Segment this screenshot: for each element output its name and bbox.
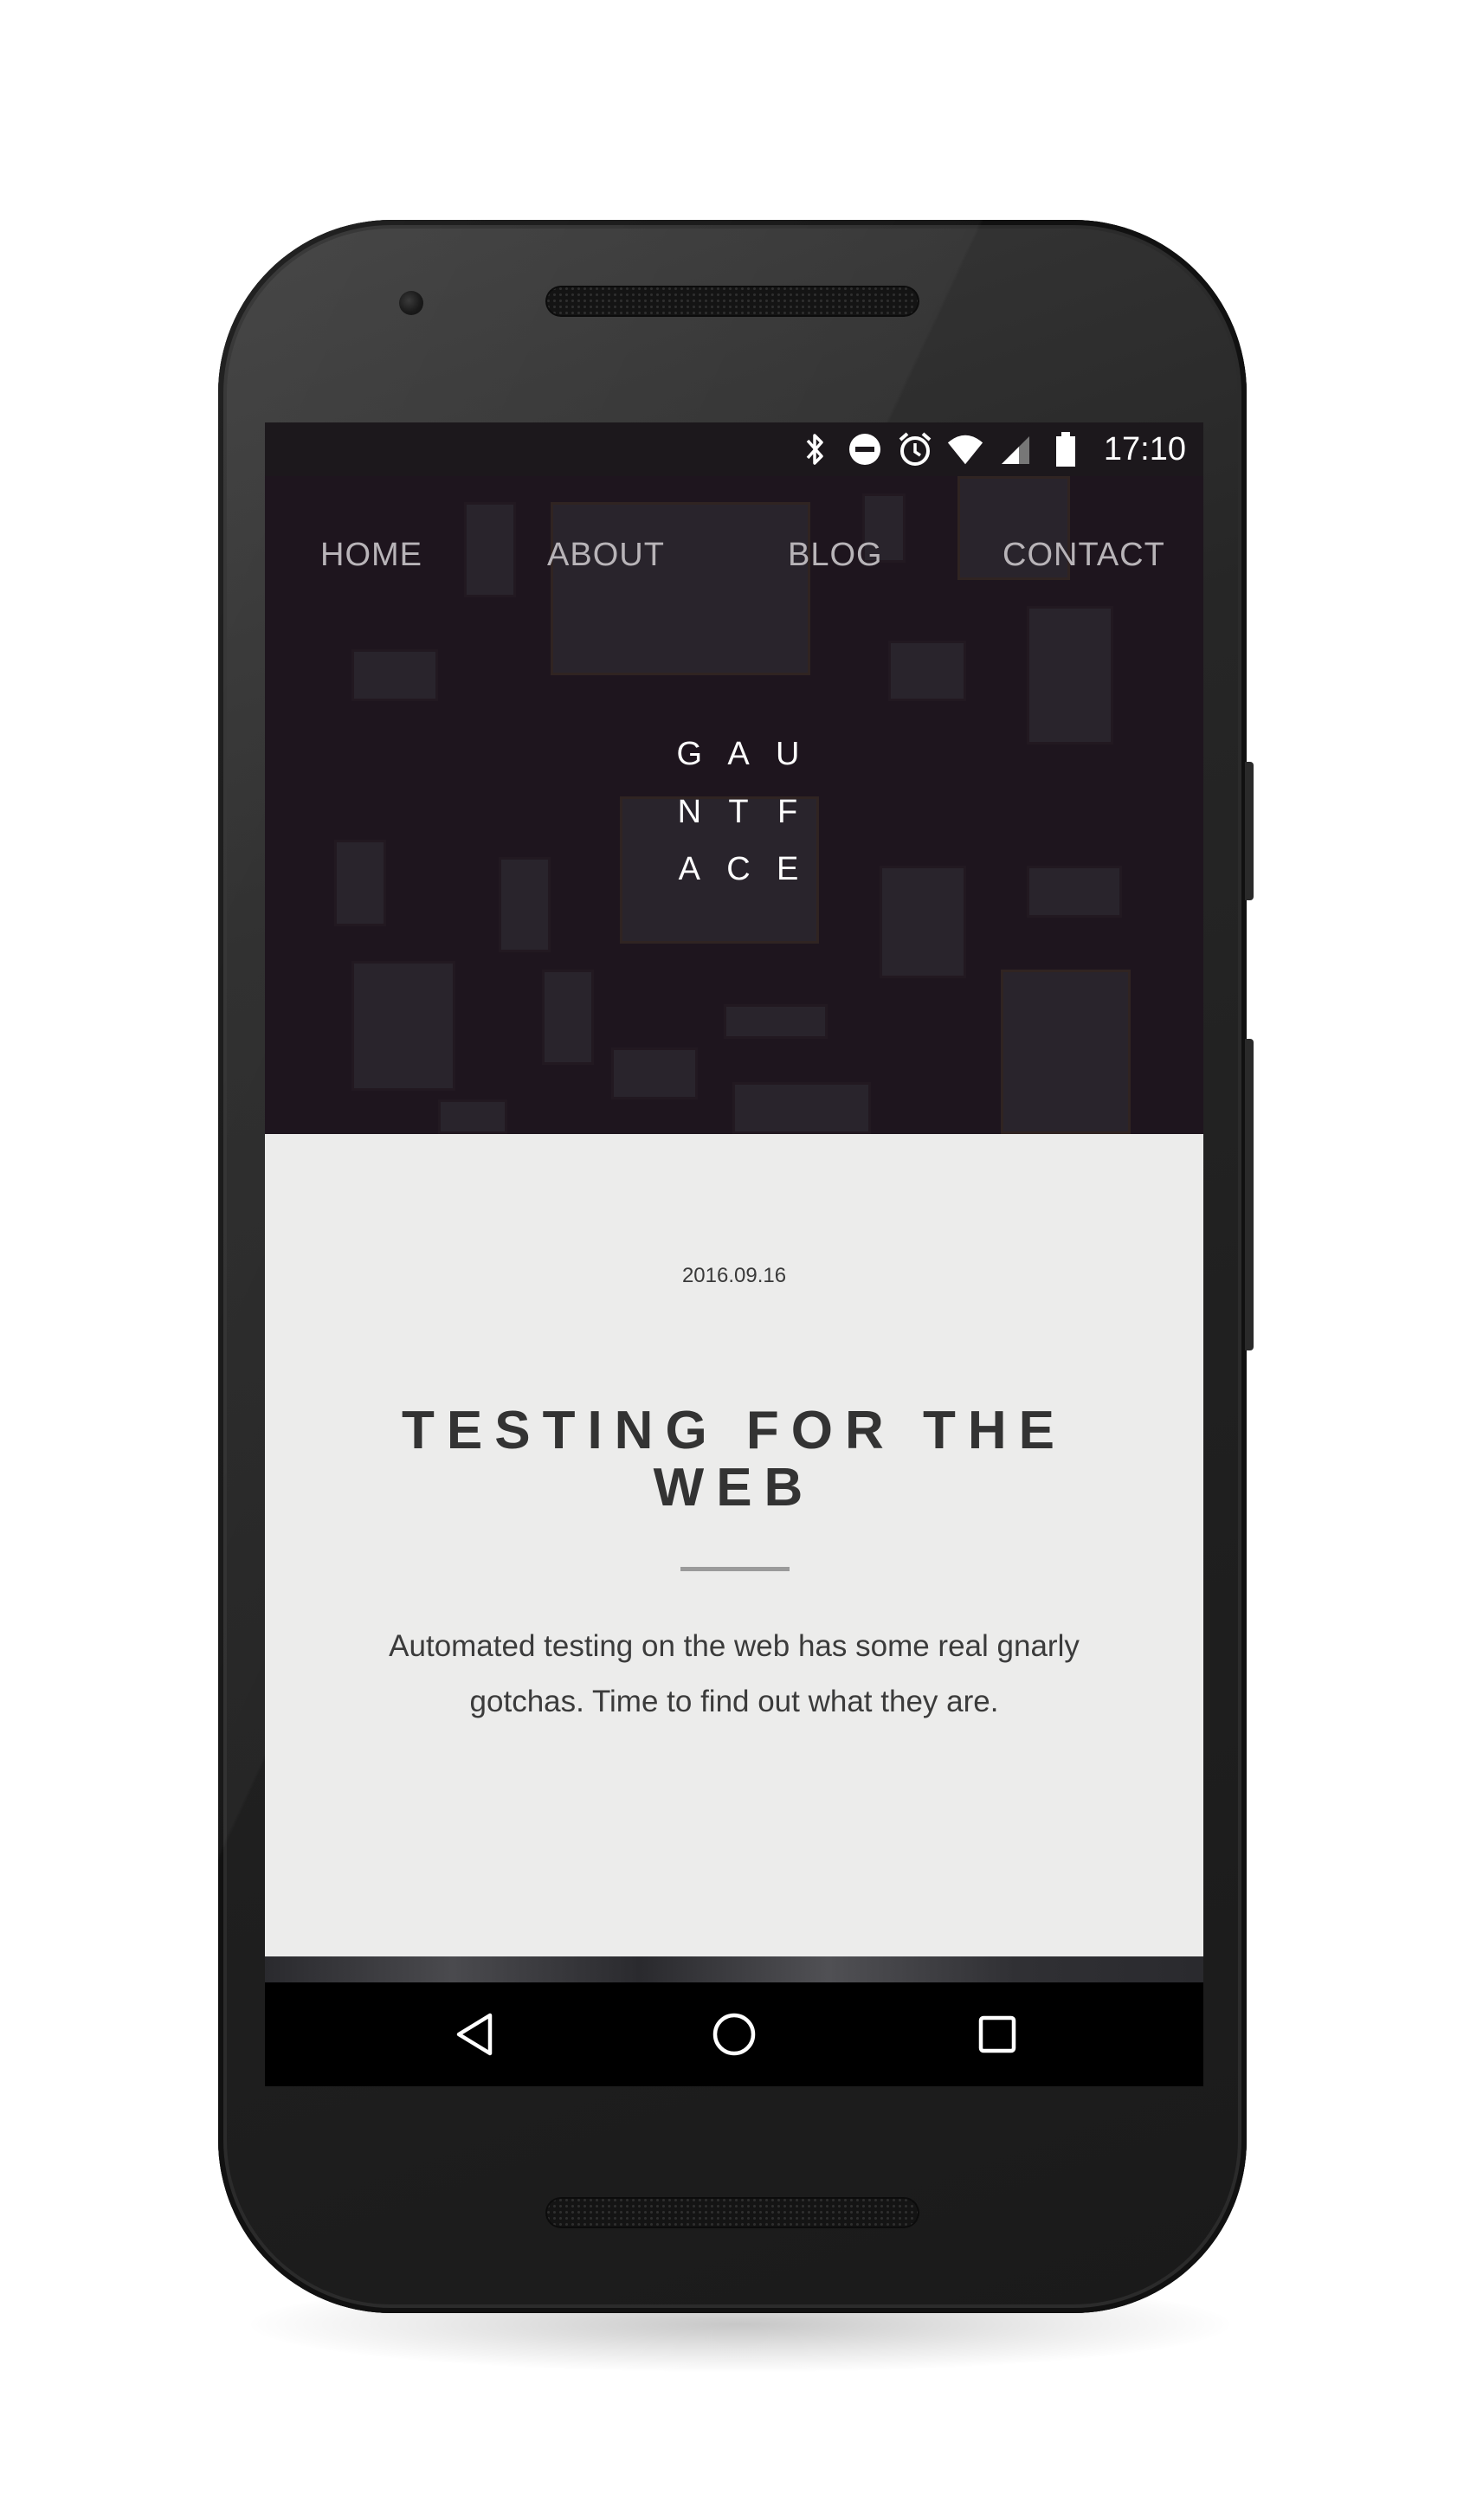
nav-home-link[interactable]: HOME — [320, 537, 422, 574]
phone-screen: 17:10 HOME ABOUT BLOG CONTACT G A U N T … — [265, 422, 1203, 2086]
alarm-icon — [896, 430, 934, 468]
logo-letter: U — [775, 736, 800, 772]
status-time: 17:10 — [1103, 430, 1186, 467]
logo-letter: C — [726, 851, 751, 888]
site-logo[interactable]: G A U N T F A C E — [665, 727, 812, 900]
logo-letter: A — [727, 736, 750, 772]
cell-signal-icon — [996, 430, 1035, 468]
hero-banner: HOME ABOUT BLOG CONTACT G A U N T F A C … — [265, 476, 1203, 1134]
nav-contact-link[interactable]: CONTACT — [1003, 537, 1165, 574]
battery-icon — [1047, 430, 1085, 468]
power-button — [1245, 762, 1254, 900]
logo-letter: T — [728, 793, 749, 830]
next-article-image-peek — [265, 1956, 1203, 1982]
volume-button — [1245, 1039, 1254, 1350]
status-bar: 17:10 — [265, 422, 1203, 476]
home-icon[interactable] — [708, 2008, 760, 2060]
title-divider — [680, 1567, 790, 1571]
back-icon[interactable] — [448, 2008, 500, 2060]
logo-letter: N — [677, 793, 702, 830]
bottom-speaker-grille — [545, 2197, 919, 2228]
article-card[interactable]: 2016.09.16 TESTING FOR THE WEB Automated… — [265, 1134, 1203, 1956]
site-nav: HOME ABOUT BLOG CONTACT — [265, 476, 1203, 641]
logo-letter: F — [777, 793, 798, 830]
recents-icon[interactable] — [971, 2008, 1023, 2060]
system-navigation-bar — [265, 1982, 1203, 2086]
device-mockup: 17:10 HOME ABOUT BLOG CONTACT G A U N T … — [0, 0, 1470, 2520]
article-date: 2016.09.16 — [681, 1264, 787, 1287]
logo-letter: A — [678, 851, 700, 888]
wifi-icon — [946, 430, 984, 468]
nav-about-link[interactable]: ABOUT — [547, 537, 665, 574]
article-excerpt: Automated testing on the web has some re… — [389, 1629, 1080, 1718]
top-speaker-grille — [545, 286, 919, 317]
article-title[interactable]: TESTING FOR THE WEB — [334, 1402, 1134, 1517]
logo-letter: E — [776, 851, 799, 888]
do-not-disturb-icon — [846, 430, 884, 468]
bluetooth-icon — [796, 430, 834, 468]
logo-letter: G — [676, 736, 703, 772]
front-camera — [399, 291, 423, 315]
nav-blog-link[interactable]: BLOG — [788, 537, 883, 574]
